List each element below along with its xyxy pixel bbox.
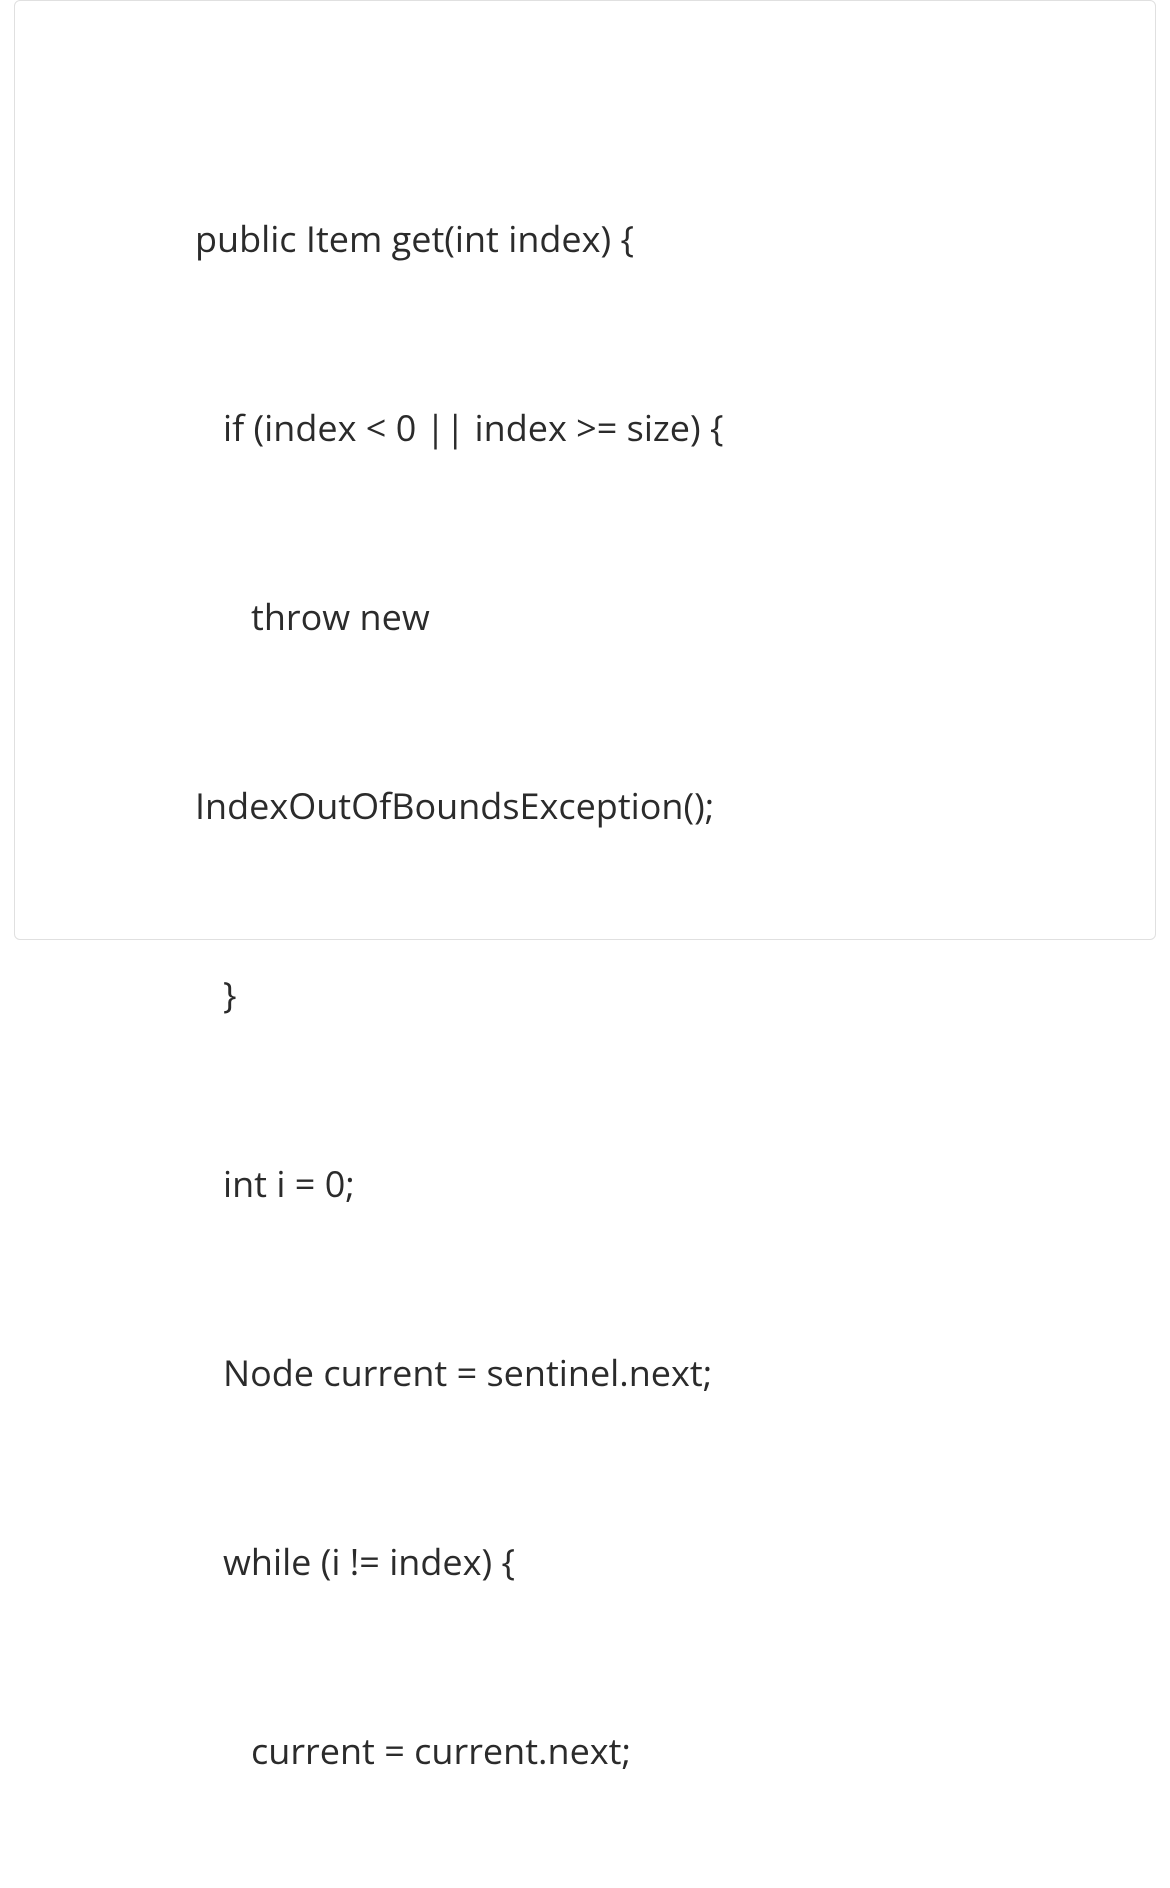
code-line: } (195, 963, 975, 1026)
code-line: while (i != index) { (195, 1530, 975, 1593)
code-line: int i = 0; (195, 1152, 975, 1215)
code-block: public Item get(int index) { if (index <… (195, 81, 975, 1888)
code-line: IndexOutOfBoundsException(); (195, 774, 975, 837)
code-line: public Item get(int index) { (195, 207, 975, 270)
code-line: if (index < 0 || index >= size) { (195, 396, 975, 459)
code-line: throw new (195, 585, 975, 648)
code-container: public Item get(int index) { if (index <… (14, 0, 1156, 940)
code-line: current = current.next; (195, 1719, 975, 1782)
code-line: Node current = sentinel.next; (195, 1341, 975, 1404)
